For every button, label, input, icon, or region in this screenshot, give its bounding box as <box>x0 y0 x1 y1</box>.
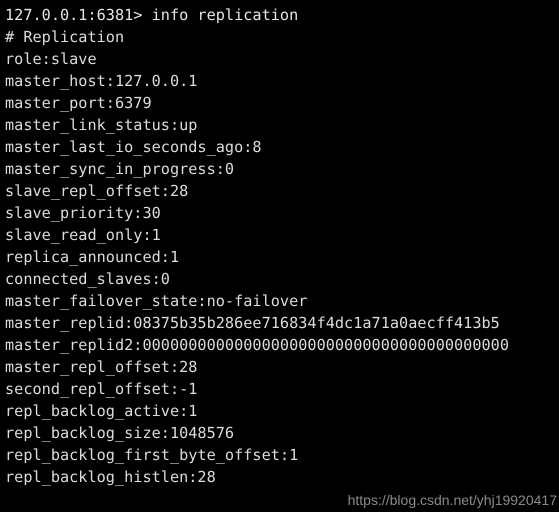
output-line-replica-announced: replica_announced:1 <box>5 248 180 266</box>
output-line-master-repl-offset: master_repl_offset:28 <box>5 358 198 376</box>
output-line-section-header: # Replication <box>5 28 125 46</box>
terminal-window[interactable]: 127.0.0.1:6381> info replication # Repli… <box>0 0 559 512</box>
output-line-slave-read-only: slave_read_only:1 <box>5 226 161 244</box>
output-line-master-sync-in-progress: master_sync_in_progress:0 <box>5 160 235 178</box>
output-line-repl-backlog-first-byte-offset: repl_backlog_first_byte_offset:1 <box>5 446 299 464</box>
output-line-repl-backlog-active: repl_backlog_active:1 <box>5 402 198 420</box>
output-line-master-port: master_port:6379 <box>5 94 152 112</box>
output-line-master-failover-state: master_failover_state:no-failover <box>5 292 308 310</box>
output-line-master-link-status: master_link_status:up <box>5 116 198 134</box>
output-line-slave-priority: slave_priority:30 <box>5 204 161 222</box>
output-line-master-replid2: master_replid2:0000000000000000000000000… <box>5 336 509 354</box>
output-line-master-last-io-seconds-ago: master_last_io_seconds_ago:8 <box>5 138 262 156</box>
output-line-connected-slaves: connected_slaves:0 <box>5 270 170 288</box>
output-line-master-replid: master_replid:08375b35b286ee716834f4dc1a… <box>5 314 500 332</box>
output-line-master-host: master_host:127.0.0.1 <box>5 72 198 90</box>
output-line-repl-backlog-histlen: repl_backlog_histlen:28 <box>5 468 216 486</box>
output-line-slave-repl-offset: slave_repl_offset:28 <box>5 182 189 200</box>
terminal-prompt-line: 127.0.0.1:6381> info replication <box>5 6 299 24</box>
output-line-repl-backlog-size: repl_backlog_size:1048576 <box>5 424 235 442</box>
output-line-second-repl-offset: second_repl_offset:-1 <box>5 380 198 398</box>
output-line-role: role:slave <box>5 50 97 68</box>
